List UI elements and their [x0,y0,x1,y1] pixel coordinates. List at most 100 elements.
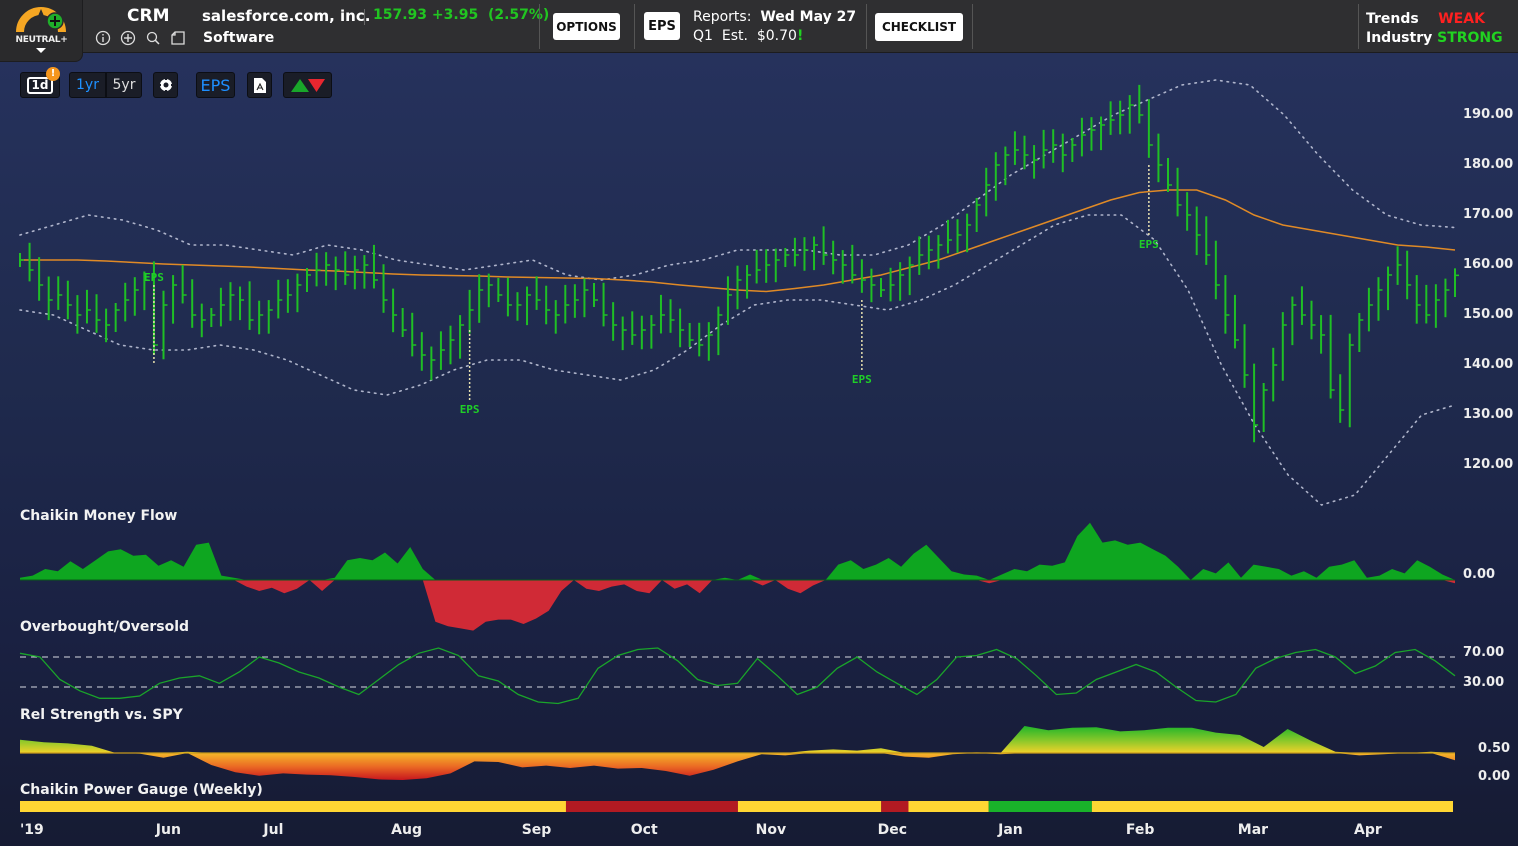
price-bar [497,278,503,302]
price-bar [210,308,216,327]
caret-down-icon [36,48,46,53]
price-bar [851,244,857,284]
price-bar [880,278,885,297]
price-bar [1233,294,1239,349]
price-bar [306,268,311,292]
price-bar [669,299,675,333]
power-gauge-segment-bearish [565,801,738,812]
price-bar [679,308,685,348]
gauge-icon [16,7,66,33]
price-bar [946,219,952,254]
power-gauge-rating-button[interactable]: NEUTRAL+ [0,0,83,62]
price-bar [583,278,589,318]
price-bar [459,315,465,359]
price-bar [506,277,512,317]
price-bar [1387,266,1393,311]
price-bar [1052,129,1058,163]
price-bar [899,262,905,301]
price-bar [908,256,914,296]
price-bar [966,213,972,253]
price-bar [248,281,254,330]
price-bar [372,244,378,289]
price-bar [726,276,732,325]
price-bar [1004,146,1010,186]
price-bar [659,294,665,334]
price-bar [430,346,436,381]
power-gauge-segment-bullish [988,801,1092,812]
price-bar [1406,250,1412,300]
price-bar [1444,278,1450,318]
price-bar [889,267,895,302]
price-bar [765,249,771,283]
eps-marker-label: EPS [1139,238,1159,251]
price-bar [1339,374,1345,423]
price-bar [774,248,780,283]
rating-label: NEUTRAL+ [15,35,68,45]
eps-marker-label: EPS [852,373,872,386]
price-bar [860,259,866,293]
cmf-negative-area [20,580,1455,631]
price-bar [315,252,321,287]
price-bar [717,306,723,356]
price-bar [1128,95,1134,134]
price-bar [172,275,178,324]
price-bar [267,300,273,334]
price-bar [736,265,742,310]
cmf-positive-area [20,522,1455,580]
price-bar [76,295,82,334]
price-bar [1147,99,1153,158]
price-bar [114,303,120,332]
price-bar [28,242,34,282]
price-bar [105,308,111,343]
price-bar [1061,133,1067,173]
price-bar [229,282,235,321]
price-bar [1253,363,1259,443]
price-bar [1186,192,1192,231]
price-bar [1109,101,1115,135]
price-bar [487,273,493,308]
price-bar [296,273,302,313]
price-bar [1425,284,1431,324]
price-bar [191,279,197,328]
price-bar [325,252,331,286]
price-bar [219,287,225,327]
price-bar [449,325,455,365]
price-bar [401,308,407,337]
price-bar [200,303,206,338]
power-gauge-segment-bearish [881,801,909,812]
price-bar [593,283,598,307]
price-bar [937,235,943,269]
price-bar [344,251,350,285]
price-bar [1329,314,1335,399]
price-bar [1377,277,1383,321]
price-bar [1033,145,1039,179]
price-bar [813,236,819,271]
price-bar [57,276,63,310]
price-bar [688,323,694,347]
price-bar [832,240,838,275]
price-bar [1310,300,1316,340]
price-bar [1262,383,1268,432]
price-bar [334,256,340,291]
price-bar [1090,117,1096,151]
price-bar [975,198,981,232]
price-bar [258,300,264,335]
price-bar [1176,167,1182,217]
price-bar [1358,313,1364,352]
price-bar [239,286,245,321]
price-bar [19,253,24,267]
price-bar [1367,287,1373,332]
price-bar [286,279,292,313]
price-bar [1396,246,1402,285]
price-bar [1272,347,1278,402]
price-bar [1454,268,1459,297]
price-bar [420,332,426,371]
price-bar [631,311,637,345]
eps-marker-label: EPS [460,403,480,416]
price-bar [927,235,933,270]
eps-marker-label: EPS [144,271,164,284]
chart-canvas[interactable]: EPS EPS EPS EPS [0,0,1518,846]
price-bar [1071,138,1077,162]
price-bar [1243,324,1249,388]
price-bar [382,264,388,313]
